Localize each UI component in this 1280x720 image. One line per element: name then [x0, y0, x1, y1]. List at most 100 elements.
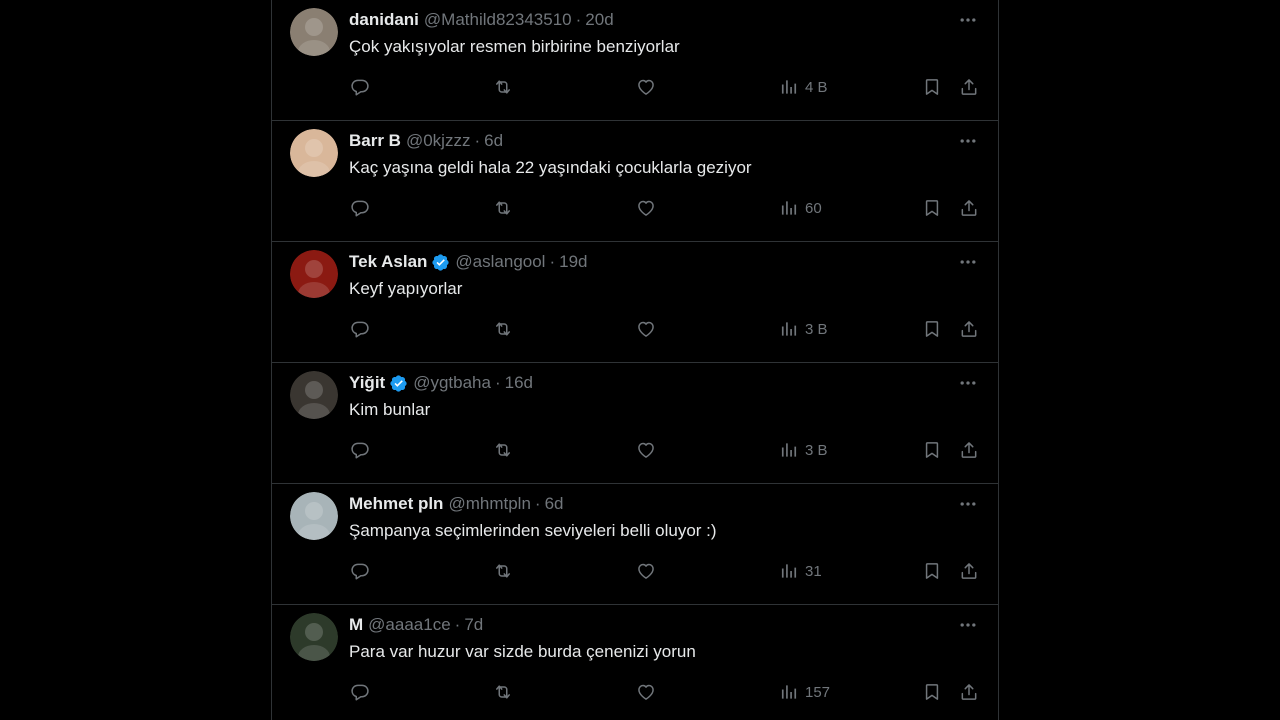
views-icon [781, 443, 797, 457]
timestamp[interactable]: 20d [585, 10, 613, 30]
display-name[interactable]: M [349, 615, 363, 635]
user-handle[interactable]: @aaaa1ce [368, 615, 451, 635]
timestamp[interactable]: 6d [484, 131, 503, 151]
views-icon [781, 322, 797, 336]
reply-button[interactable] [350, 439, 370, 461]
reply-icon [351, 79, 369, 96]
bookmark-button[interactable] [922, 197, 942, 219]
bookmark-button[interactable] [922, 681, 942, 703]
retweet-icon [496, 322, 510, 336]
share-icon [961, 79, 977, 95]
more-options-button[interactable] [956, 9, 980, 31]
reply-header: Mehmet pln @mhmtpln · 6d [349, 493, 938, 515]
bookmark-button[interactable] [922, 439, 942, 461]
retweet-button[interactable] [493, 681, 513, 703]
timestamp[interactable]: 19d [559, 252, 587, 272]
share-icon [961, 321, 977, 337]
retweet-button[interactable] [493, 560, 513, 582]
avatar[interactable] [290, 129, 338, 177]
user-handle[interactable]: @mhmtpln [448, 494, 530, 514]
views-button[interactable]: 3 B [779, 439, 828, 461]
user-handle[interactable]: @ygtbaha [413, 373, 491, 393]
verified-badge-icon [431, 253, 450, 272]
views-count: 157 [805, 683, 831, 701]
display-name[interactable]: Yiğit [349, 373, 385, 393]
views-button[interactable]: 31 [779, 560, 822, 582]
views-button[interactable]: 157 [779, 681, 830, 703]
retweet-button[interactable] [493, 197, 513, 219]
reply-text: Para var huzur var sizde burda çenenizi … [349, 642, 696, 661]
bookmark-icon [925, 442, 939, 458]
views-button[interactable]: 3 B [779, 318, 828, 340]
reply-item[interactable]: danidani @Mathild82343510 · 20d Çok yakı… [272, 0, 998, 121]
more-options-button[interactable] [956, 614, 980, 636]
share-button[interactable] [959, 681, 979, 703]
share-button[interactable] [959, 197, 979, 219]
retweet-button[interactable] [493, 318, 513, 340]
reply-button[interactable] [350, 560, 370, 582]
like-button[interactable] [636, 560, 656, 582]
user-handle[interactable]: @aslangool [455, 252, 545, 272]
more-options-button[interactable] [956, 251, 980, 273]
user-handle[interactable]: @Mathild82343510 [424, 10, 572, 30]
display-name[interactable]: Mehmet pln [349, 494, 443, 514]
like-icon [638, 321, 654, 337]
reply-button[interactable] [350, 681, 370, 703]
share-button[interactable] [959, 560, 979, 582]
reply-text: Şampanya seçimlerinden seviyeleri belli … [349, 521, 717, 540]
timestamp[interactable]: 16d [505, 373, 533, 393]
like-button[interactable] [636, 439, 656, 461]
display-name[interactable]: Tek Aslan [349, 252, 427, 272]
timestamp[interactable]: 6d [545, 494, 564, 514]
reply-button[interactable] [350, 197, 370, 219]
reply-item[interactable]: Yiğit @ygtbaha · 16d Kim bunlar 3 B [272, 363, 998, 484]
more-options-button[interactable] [956, 493, 980, 515]
more-options-button[interactable] [956, 372, 980, 394]
reply-item[interactable]: M @aaaa1ce · 7d Para var huzur var sizde… [272, 605, 998, 720]
like-button[interactable] [636, 197, 656, 219]
share-button[interactable] [959, 76, 979, 98]
display-name[interactable]: Barr B [349, 131, 401, 151]
share-button[interactable] [959, 318, 979, 340]
more-icon [960, 381, 976, 385]
bookmark-button[interactable] [922, 560, 942, 582]
like-icon [638, 79, 654, 95]
replies-feed: danidani @Mathild82343510 · 20d Çok yakı… [271, 0, 999, 720]
bookmark-icon [925, 684, 939, 700]
retweet-button[interactable] [493, 76, 513, 98]
views-icon [781, 201, 797, 215]
action-bar: 4 B [272, 76, 998, 98]
bookmark-button[interactable] [922, 318, 942, 340]
display-name[interactable]: danidani [349, 10, 419, 30]
reply-icon [351, 321, 369, 338]
avatar[interactable] [290, 492, 338, 540]
avatar[interactable] [290, 613, 338, 661]
views-button[interactable]: 4 B [779, 76, 828, 98]
like-button[interactable] [636, 76, 656, 98]
avatar[interactable] [290, 8, 338, 56]
avatar[interactable] [290, 371, 338, 419]
reply-item[interactable]: Mehmet pln @mhmtpln · 6d Şampanya seçiml… [272, 484, 998, 605]
retweet-button[interactable] [493, 439, 513, 461]
like-icon [638, 684, 654, 700]
reply-header: danidani @Mathild82343510 · 20d [349, 9, 938, 31]
more-options-button[interactable] [956, 130, 980, 152]
reply-item[interactable]: Tek Aslan @aslangool · 19d Keyf yapıyorl… [272, 242, 998, 363]
avatar[interactable] [290, 250, 338, 298]
reply-item[interactable]: Barr B @0kjzzz · 6d Kaç yaşına geldi hal… [272, 121, 998, 242]
like-button[interactable] [636, 681, 656, 703]
reply-button[interactable] [350, 318, 370, 340]
user-handle[interactable]: @0kjzzz [406, 131, 471, 151]
reply-icon [351, 200, 369, 217]
like-button[interactable] [636, 318, 656, 340]
reply-text: Çok yakışıyolar resmen birbirine benziyo… [349, 37, 680, 56]
separator-dot: · [454, 615, 461, 634]
views-button[interactable]: 60 [779, 197, 822, 219]
reply-button[interactable] [350, 76, 370, 98]
timestamp[interactable]: 7d [464, 615, 483, 635]
reply-icon [351, 684, 369, 701]
bookmark-button[interactable] [922, 76, 942, 98]
share-button[interactable] [959, 439, 979, 461]
reply-header: Tek Aslan @aslangool · 19d [349, 251, 938, 273]
reply-text: Kim bunlar [349, 400, 431, 419]
